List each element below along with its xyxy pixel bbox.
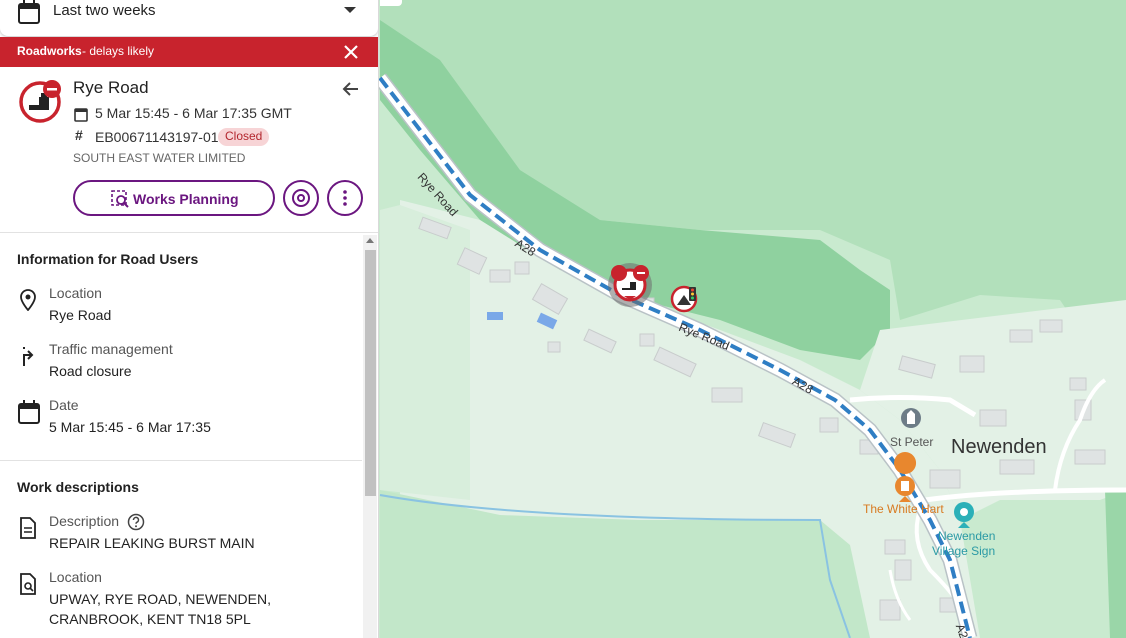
date-range-value: Last two weeks [53,2,156,19]
roadworks-marker-selected [608,263,652,307]
section-title: Information for Road Users [17,251,199,267]
details-panel: Last two weeks Roadworks - delays likely… [0,0,379,638]
section-title: Work descriptions [17,479,139,495]
traffic-signal-marker [670,285,698,313]
roadworks-icon [19,79,65,130]
more-options-button[interactable] [327,180,363,216]
item-value: 5 Mar 15:45 - 6 Mar 17:35 [49,419,211,435]
pub-label: The White Hart [863,502,944,516]
locate-on-map-button[interactable] [283,180,319,216]
close-icon[interactable] [342,43,360,61]
calendar-icon [74,107,88,127]
item-label: Traffic management [49,341,173,357]
back-arrow-icon[interactable] [341,79,361,104]
banner-subtitle: - delays likely [82,44,155,58]
work-reference: EB00671143197-01 [95,129,219,145]
banner-title: Roadworks [17,44,82,58]
item-value: UPWAY, RYE ROAD, NEWENDEN, [49,591,271,607]
target-icon [292,189,310,207]
organisation-name: SOUTH EAST WATER LIMITED [73,151,246,165]
item-label: Location [49,285,102,301]
item-label: Location [49,569,102,585]
work-title: Rye Road [73,78,149,97]
item-label: Description [49,513,120,529]
chevron-down-icon[interactable] [344,7,356,13]
item-value: Road closure [49,363,132,379]
document-icon [18,517,38,544]
scroll-up-arrow[interactable] [366,238,374,243]
item-value: Rye Road [49,307,112,323]
hash-icon: # [75,127,83,143]
roadworks-banner: Roadworks - delays likely [0,37,378,67]
item-value: REPAIR LEAKING BURST MAIN [49,535,255,551]
map-control-edge [380,0,402,6]
date-range-select[interactable]: Last two weeks [0,0,378,36]
works-planning-button[interactable]: Works Planning [73,180,275,216]
more-vertical-icon [343,190,347,206]
village-sign-label: Newenden [938,529,996,543]
item-label: Date [49,397,79,413]
work-header: Rye Road 5 Mar 15:45 - 6 Mar 17:35 GMT #… [0,67,378,233]
calendar-icon [18,0,40,29]
village-sign-label: Village Sign [932,544,996,558]
item-value: CRANBROOK, KENT TN18 5PL [49,611,251,627]
works-planning-label: Works Planning [133,191,239,207]
work-dates: 5 Mar 15:45 - 6 Mar 17:35 GMT [95,105,292,121]
place-label: Newenden [951,436,1047,458]
scrollbar-thumb[interactable] [365,250,376,496]
divider [0,460,362,461]
calendar-icon [18,400,40,429]
turn-arrow-icon [18,345,38,372]
church-label: St Peter [890,435,934,449]
document-search-icon [18,573,38,600]
location-pin-icon [18,289,38,316]
search-area-icon [111,190,129,211]
church-icon [901,408,921,428]
status-badge: Closed [218,128,270,146]
